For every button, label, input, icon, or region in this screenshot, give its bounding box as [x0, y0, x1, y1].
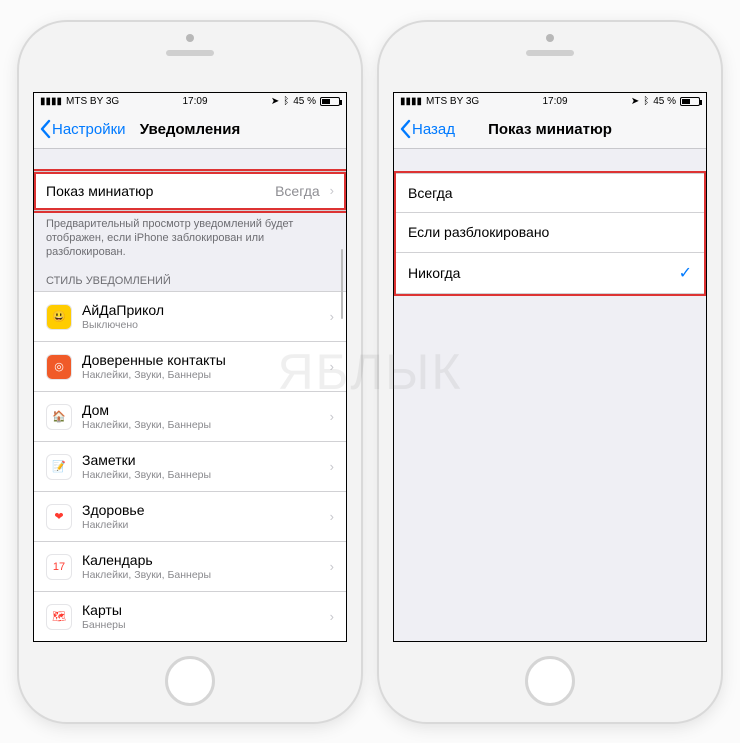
- app-cell[interactable]: 🏠 ДомНаклейки, Звуки, Баннеры ›: [34, 392, 346, 442]
- battery-icon: [680, 97, 700, 106]
- chevron-right-icon: ›: [330, 183, 334, 198]
- bluetooth-icon: ᛒ: [283, 96, 289, 107]
- home-button[interactable]: [525, 656, 575, 706]
- app-cell[interactable]: 🗺 КартыБаннеры ›: [34, 592, 346, 640]
- show-previews-cell[interactable]: Показ миниатюр Всегда ›: [34, 171, 346, 211]
- option-label: Всегда: [408, 185, 692, 201]
- clock: 17:09: [182, 96, 207, 107]
- nav-bar: Настройки Уведомления: [34, 111, 346, 149]
- show-previews-label: Показ миниатюр: [46, 183, 265, 199]
- app-sub: Выключено: [82, 319, 320, 331]
- clock: 17:09: [542, 96, 567, 107]
- signal-icon: ▮▮▮▮: [400, 96, 422, 107]
- app-name: АйДаПрикол: [82, 302, 320, 318]
- app-name: Календарь: [82, 552, 320, 568]
- back-label: Настройки: [52, 121, 126, 138]
- scrollbar[interactable]: [341, 249, 343, 319]
- app-cell[interactable]: 😃 АйДаПриколВыключено ›: [34, 291, 346, 342]
- app-sub: Наклейки, Звуки, Баннеры: [82, 369, 320, 381]
- phone-right: ▮▮▮▮ MTS BY 3G 17:09 ➤ ᛒ 45 % Назад Пока…: [379, 22, 721, 722]
- style-header: СТИЛЬ УВЕДОМЛЕНИЙ: [34, 259, 346, 291]
- location-icon: ➤: [631, 96, 639, 107]
- app-sub: Наклейки, Звуки, Баннеры: [82, 419, 320, 431]
- chevron-right-icon: ›: [330, 609, 334, 624]
- app-icon: ❤: [46, 504, 72, 530]
- bluetooth-icon: ᛒ: [643, 96, 649, 107]
- back-button[interactable]: Настройки: [34, 119, 126, 139]
- app-cell[interactable]: ◎ Доверенные контактыНаклейки, Звуки, Бан…: [34, 342, 346, 392]
- status-bar: ▮▮▮▮ MTS BY 3G 17:09 ➤ ᛒ 45 %: [394, 93, 706, 111]
- home-button[interactable]: [165, 656, 215, 706]
- app-name: Здоровье: [82, 502, 320, 518]
- screen-right: ▮▮▮▮ MTS BY 3G 17:09 ➤ ᛒ 45 % Назад Пока…: [393, 92, 707, 642]
- app-icon: 📝: [46, 454, 72, 480]
- chevron-right-icon: ›: [330, 559, 334, 574]
- status-bar: ▮▮▮▮ MTS BY 3G 17:09 ➤ ᛒ 45 %: [34, 93, 346, 111]
- phone-left: ▮▮▮▮ MTS BY 3G 17:09 ➤ ᛒ 45 % Настройки …: [19, 22, 361, 722]
- option-cell[interactable]: Если разблокировано: [396, 213, 704, 253]
- app-cell[interactable]: ❤ ЗдоровьеНаклейки ›: [34, 492, 346, 542]
- previews-footer: Предварительный просмотр уведомлений буд…: [34, 211, 346, 260]
- app-icon: 17: [46, 554, 72, 580]
- chevron-left-icon: [398, 119, 412, 139]
- content-left: Показ миниатюр Всегда › Предварительный …: [34, 149, 346, 641]
- chevron-right-icon: ›: [330, 509, 334, 524]
- app-icon: 😃: [46, 304, 72, 330]
- apps-list: 😃 АйДаПриколВыключено › ◎ Доверенные контакт…: [34, 291, 346, 640]
- carrier-label: MTS BY 3G: [426, 96, 479, 107]
- back-label: Назад: [412, 121, 455, 138]
- app-name: Заметки: [82, 452, 320, 468]
- app-name: Доверенные контакты: [82, 352, 320, 368]
- chevron-right-icon: ›: [330, 309, 334, 324]
- app-icon: ◎: [46, 354, 72, 380]
- back-button[interactable]: Назад: [394, 119, 455, 139]
- chevron-right-icon: ›: [330, 409, 334, 424]
- content-right: Всегда Если разблокировано Никогда ✓: [394, 149, 706, 641]
- chevron-left-icon: [38, 119, 52, 139]
- show-previews-value: Всегда: [275, 183, 320, 199]
- battery-icon: [320, 97, 340, 106]
- option-label: Если разблокировано: [408, 224, 692, 240]
- app-name: Дом: [82, 402, 320, 418]
- app-icon: 🏠: [46, 404, 72, 430]
- nav-bar: Назад Показ миниатюр: [394, 111, 706, 149]
- carrier-label: MTS BY 3G: [66, 96, 119, 107]
- screen-left: ▮▮▮▮ MTS BY 3G 17:09 ➤ ᛒ 45 % Настройки …: [33, 92, 347, 642]
- app-sub: Наклейки, Звуки, Баннеры: [82, 469, 320, 481]
- app-name: Карты: [82, 602, 320, 618]
- option-cell[interactable]: Всегда: [396, 173, 704, 213]
- app-sub: Наклейки: [82, 519, 320, 531]
- options-list: Всегда Если разблокировано Никогда ✓: [394, 171, 706, 296]
- option-label: Никогда: [408, 265, 669, 281]
- checkmark-icon: ✓: [679, 263, 692, 283]
- app-sub: Наклейки, Звуки, Баннеры: [82, 569, 320, 581]
- app-cell[interactable]: 📝 ЗаметкиНаклейки, Звуки, Баннеры ›: [34, 442, 346, 492]
- option-cell[interactable]: Никогда ✓: [396, 253, 704, 294]
- app-cell[interactable]: 17 КалендарьНаклейки, Звуки, Баннеры ›: [34, 542, 346, 592]
- battery-pct: 45 %: [293, 96, 316, 107]
- battery-pct: 45 %: [653, 96, 676, 107]
- chevron-right-icon: ›: [330, 359, 334, 374]
- signal-icon: ▮▮▮▮: [40, 96, 62, 107]
- location-icon: ➤: [271, 96, 279, 107]
- app-sub: Баннеры: [82, 619, 320, 631]
- app-icon: 🗺: [46, 604, 72, 630]
- chevron-right-icon: ›: [330, 459, 334, 474]
